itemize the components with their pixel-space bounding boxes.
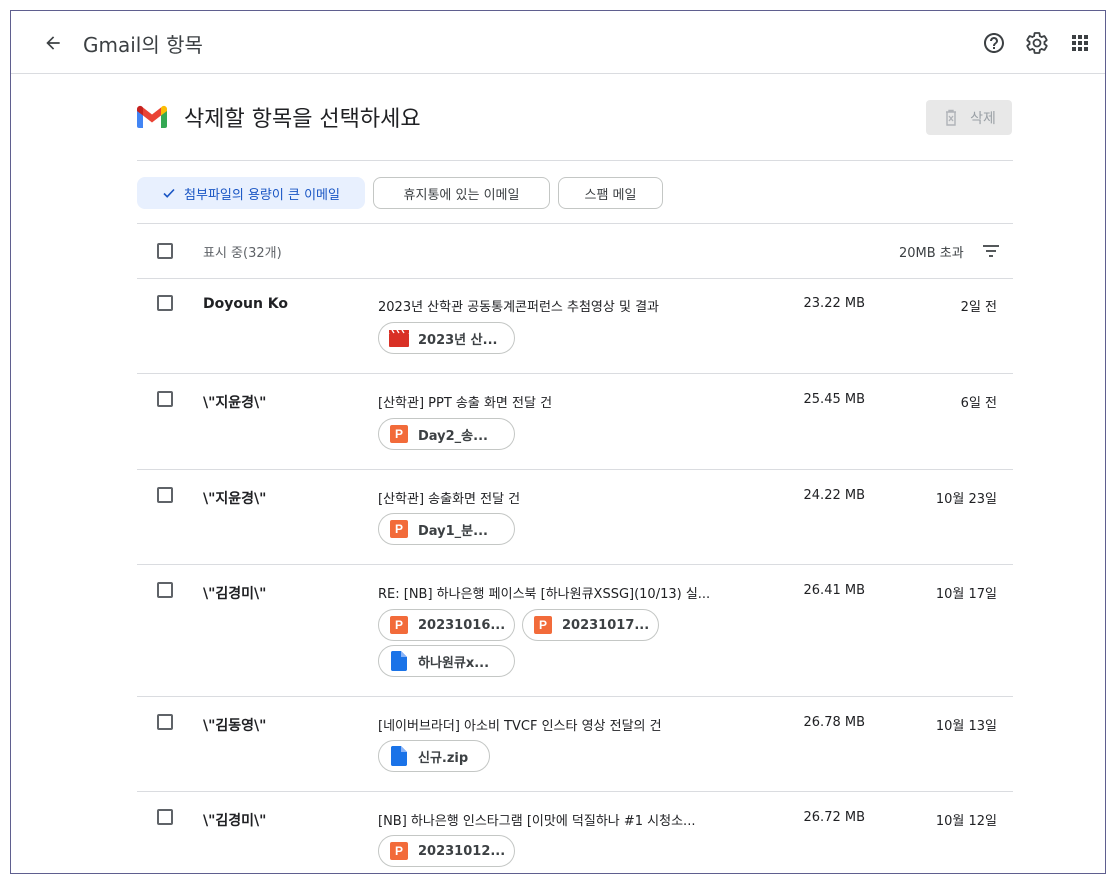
attachment-name: Day2_송... bbox=[418, 428, 488, 444]
attachment-name: 20231016... bbox=[418, 617, 506, 633]
attachment-chip[interactable]: P 20231017... bbox=[522, 609, 659, 641]
size-filter-label: 20MB 초과 bbox=[899, 246, 964, 261]
chip-label: 휴지통에 있는 이메일 bbox=[403, 187, 520, 203]
attachment-chip[interactable]: P Day1_분... bbox=[378, 513, 515, 545]
chip-label: 스팸 메일 bbox=[584, 187, 637, 203]
ppt-file-icon: P bbox=[389, 424, 409, 444]
email-row[interactable]: \"김동영\" [네이버브라더] 아소비 TVCF 인스타 영상 전달의 건 2… bbox=[137, 698, 1013, 792]
subject: [NB] 하나은행 인스타그램 [이맛에 덕질하나 #1 시청소... bbox=[378, 814, 696, 829]
email-row[interactable]: \"지윤경\" [산학관] PPT 송출 화면 전달 건 25.45 MB 6일… bbox=[137, 375, 1013, 470]
email-date: 6일 전 bbox=[960, 396, 997, 411]
attachment-chip[interactable]: 신규.zip bbox=[378, 740, 490, 772]
subject: [산학관] PPT 송출 화면 전달 건 bbox=[378, 396, 553, 411]
email-row[interactable]: \"김경미\" [NB] 하나은행 인스타그램 [이맛에 덕질하나 #1 시청소… bbox=[137, 793, 1013, 873]
check-icon bbox=[163, 188, 175, 198]
back-arrow-icon[interactable] bbox=[37, 27, 69, 59]
ppt-file-icon: P bbox=[389, 615, 409, 635]
chip-label: 첨부파일의 용량이 큰 이메일 bbox=[184, 187, 340, 203]
sender: \"지윤경\" bbox=[203, 491, 267, 507]
attachment-name: 20231017... bbox=[562, 617, 650, 633]
email-size: 26.78 MB bbox=[803, 715, 865, 730]
row-checkbox[interactable] bbox=[157, 487, 173, 503]
attachment-name: 2023년 산... bbox=[418, 332, 498, 348]
apps-grid-icon[interactable] bbox=[1064, 27, 1096, 59]
email-row[interactable]: Doyoun Ko 2023년 산학관 공동통계콘퍼런스 추첨영상 및 결과 2… bbox=[137, 279, 1013, 374]
row-checkbox[interactable] bbox=[157, 582, 173, 598]
attachment-name: 하나원큐x... bbox=[418, 655, 490, 671]
subject: RE: [NB] 하나은행 페이스북 [하나원큐XSSG](10/13) 실..… bbox=[378, 587, 711, 602]
attachment-chip[interactable]: P Day2_송... bbox=[378, 418, 515, 450]
doc-file-icon bbox=[389, 746, 409, 766]
sender: Doyoun Ko bbox=[203, 296, 289, 312]
sender: \"김경미\" bbox=[203, 586, 267, 602]
subject: [네이버브라더] 아소비 TVCF 인스타 영상 전달의 건 bbox=[378, 719, 662, 734]
divider bbox=[137, 223, 1013, 224]
doc-file-icon bbox=[389, 651, 409, 671]
subject: [산학관] 송출화면 전달 건 bbox=[378, 492, 521, 507]
ppt-file-icon: P bbox=[389, 519, 409, 539]
video-file-icon bbox=[389, 328, 409, 348]
email-row[interactable]: \"김경미\" RE: [NB] 하나은행 페이스북 [하나원큐XSSG](10… bbox=[137, 566, 1013, 697]
app-frame: Gmail의 항목 삭제할 항목을 선택하세요 삭제 첨부파일의 용량이 큰 이… bbox=[10, 10, 1106, 874]
divider bbox=[137, 160, 1013, 161]
chip-spam[interactable]: 스팸 메일 bbox=[558, 177, 663, 209]
email-size: 25.45 MB bbox=[803, 392, 865, 407]
subject: 2023년 산학관 공동통계콘퍼런스 추첨영상 및 결과 bbox=[378, 300, 659, 315]
row-checkbox[interactable] bbox=[157, 714, 173, 730]
attachment-chip[interactable]: 2023년 산... bbox=[378, 322, 515, 354]
page-title: 삭제할 항목을 선택하세요 bbox=[184, 107, 421, 132]
filter-icon[interactable] bbox=[981, 241, 1001, 261]
list-count: 표시 중(32개) bbox=[203, 246, 282, 261]
email-date: 10월 23일 bbox=[935, 492, 997, 507]
email-size: 26.72 MB bbox=[803, 810, 865, 825]
help-icon[interactable] bbox=[978, 27, 1010, 59]
ppt-file-icon: P bbox=[389, 841, 409, 861]
delete-label: 삭제 bbox=[970, 110, 996, 127]
attachment-name: 20231012... bbox=[418, 843, 506, 859]
chip-large-attachments[interactable]: 첨부파일의 용량이 큰 이메일 bbox=[137, 177, 365, 209]
attachment-chip[interactable]: P 20231012... bbox=[378, 835, 515, 867]
row-checkbox[interactable] bbox=[157, 809, 173, 825]
email-size: 23.22 MB bbox=[803, 296, 865, 311]
email-size: 24.22 MB bbox=[803, 488, 865, 503]
email-date: 10월 12일 bbox=[935, 814, 997, 829]
ppt-file-icon: P bbox=[533, 615, 553, 635]
row-checkbox[interactable] bbox=[157, 295, 173, 311]
app-title: Gmail의 항목 bbox=[83, 33, 203, 57]
email-date: 10월 17일 bbox=[935, 587, 997, 602]
delete-button[interactable]: 삭제 bbox=[926, 100, 1012, 135]
sender: \"지윤경\" bbox=[203, 395, 267, 411]
top-bar: Gmail의 항목 bbox=[11, 11, 1105, 74]
attachment-chip[interactable]: P 20231016... bbox=[378, 609, 515, 641]
email-date: 10월 13일 bbox=[935, 719, 997, 734]
sender: \"김동영\" bbox=[203, 718, 267, 734]
sender: \"김경미\" bbox=[203, 813, 267, 829]
attachment-chip[interactable]: 하나원큐x... bbox=[378, 645, 515, 677]
delete-icon bbox=[946, 109, 957, 126]
select-all-checkbox[interactable] bbox=[157, 243, 173, 259]
gmail-logo-icon bbox=[137, 105, 167, 129]
chip-trash-emails[interactable]: 휴지통에 있는 이메일 bbox=[373, 177, 550, 209]
attachment-name: Day1_분... bbox=[418, 523, 488, 539]
email-date: 2일 전 bbox=[960, 300, 997, 315]
settings-gear-icon[interactable] bbox=[1021, 27, 1053, 59]
attachment-name: 신규.zip bbox=[418, 750, 469, 766]
email-size: 26.41 MB bbox=[803, 583, 865, 598]
email-row[interactable]: \"지윤경\" [산학관] 송출화면 전달 건 24.22 MB 10월 23일… bbox=[137, 471, 1013, 565]
row-checkbox[interactable] bbox=[157, 391, 173, 407]
